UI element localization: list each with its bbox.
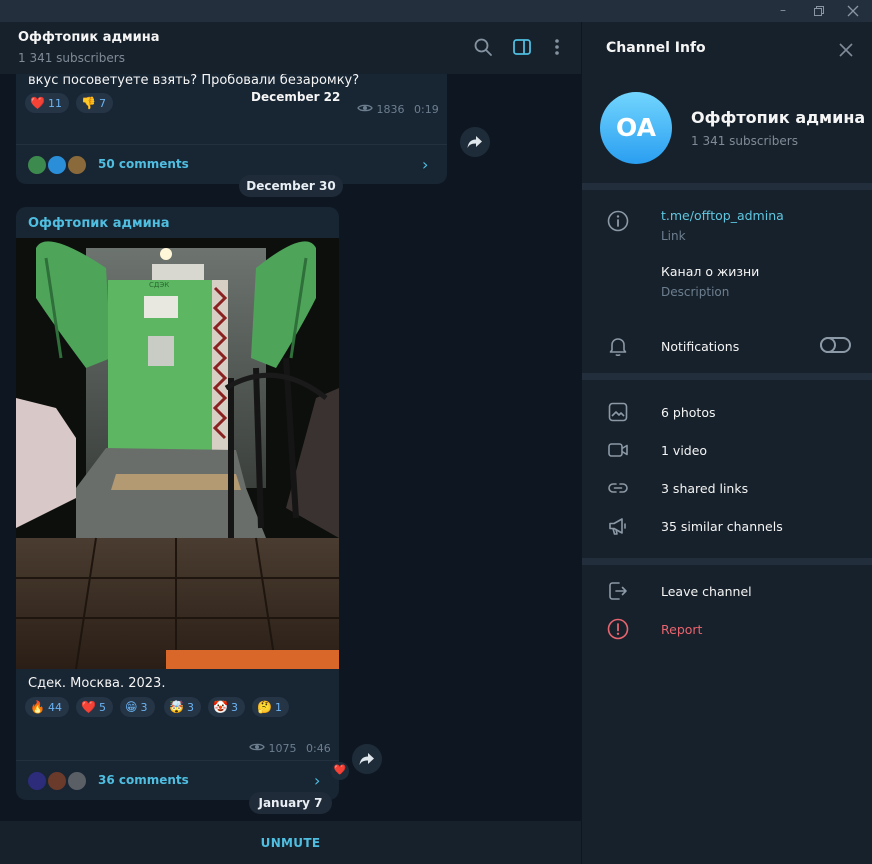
more-vertical-icon: [555, 39, 559, 55]
close-icon: [839, 43, 853, 57]
chat-header[interactable]: Оффтопик админа 1 341 subscribers: [0, 22, 581, 74]
report-icon: [606, 617, 630, 641]
chevron-right-icon: ›: [314, 771, 321, 790]
divider: [582, 558, 872, 565]
chat-title[interactable]: Оффтопик админа: [18, 30, 160, 45]
window-titlebar: –: [0, 0, 872, 22]
media-photos[interactable]: 6 photos: [661, 405, 716, 420]
message-bubble[interactable]: Оффтопик админа СДЭК Сдек. Москва. 2023.…: [16, 207, 339, 800]
channel-link[interactable]: t.me/offtop_admina: [661, 208, 784, 223]
media-links[interactable]: 3 shared links: [661, 481, 748, 496]
reaction-clown[interactable]: 🤡 3: [208, 697, 245, 717]
media-videos[interactable]: 1 video: [661, 443, 707, 458]
avatar: [46, 154, 68, 176]
chat-area: Оффтопик админа 1 341 subscribers вкус п…: [0, 22, 581, 864]
message-meta: 1075 0:46: [249, 742, 331, 755]
message-time: 0:46: [306, 742, 331, 755]
message-time: 0:19: [414, 103, 439, 116]
link-icon: [606, 476, 630, 500]
share-button[interactable]: [352, 744, 382, 774]
channel-name: Оффтопик админа: [691, 108, 866, 127]
reaction-heart[interactable]: ❤️ 5: [76, 697, 113, 717]
unmute-button[interactable]: UNMUTE: [0, 821, 581, 864]
divider: [582, 373, 872, 380]
date-label: December 22: [251, 90, 341, 104]
comments-bar[interactable]: 50 comments ›: [16, 144, 447, 184]
video-icon: [606, 438, 630, 462]
date-separator: January 7: [249, 792, 332, 814]
message-photo[interactable]: СДЭК: [16, 238, 339, 669]
minimize-button[interactable]: –: [766, 0, 800, 22]
photo-icon: [606, 400, 630, 424]
window-close-button[interactable]: [836, 0, 870, 22]
leave-icon: [606, 579, 630, 603]
divider: [582, 183, 872, 190]
panel-title: Channel Info: [606, 40, 706, 56]
views-count: 1075: [268, 742, 297, 755]
share-button[interactable]: [460, 127, 490, 157]
toggle-knob: [820, 337, 836, 353]
date-separator: December 30: [239, 175, 343, 197]
channel-description-label: Description: [661, 285, 730, 299]
comments-link[interactable]: 36 comments: [98, 773, 189, 787]
avatar: [66, 154, 88, 176]
chevron-right-icon: ›: [422, 155, 429, 174]
avatar: [66, 770, 88, 792]
info-icon: [606, 209, 630, 233]
message-caption: Сдек. Москва. 2023.: [28, 676, 166, 691]
bell-icon: [606, 334, 630, 358]
leave-channel-button[interactable]: Leave channel: [661, 584, 752, 599]
notifications-toggle[interactable]: [820, 337, 851, 353]
channel-description: Канал о жизни: [661, 264, 760, 279]
side-reaction[interactable]: ❤️: [331, 762, 349, 780]
eye-icon: [249, 743, 265, 751]
reaction-exploding-head[interactable]: 🤯 3: [164, 697, 201, 717]
avatar: [26, 154, 48, 176]
photo-illustration: СДЭК: [16, 238, 339, 669]
door-sign-text: СДЭК: [149, 281, 169, 289]
sidebar-toggle-icon: [513, 39, 531, 55]
reaction-thumbs-down[interactable]: 👎 7: [76, 93, 113, 113]
search-icon: [474, 38, 492, 56]
channel-link-label: Link: [661, 229, 686, 243]
avatar: [26, 770, 48, 792]
comments-link[interactable]: 50 comments: [98, 157, 189, 171]
avatar: [46, 770, 68, 792]
channel-info-panel: Channel Info OA Оффтопик админа 1 341 su…: [581, 22, 872, 864]
sidebar-toggle-button[interactable]: [511, 36, 533, 58]
views-count: 1836: [376, 103, 405, 116]
reaction-thinking[interactable]: 🤔 1: [252, 697, 289, 717]
message-meta: 1836 0:19: [357, 103, 439, 116]
notifications-label: Notifications: [661, 339, 740, 354]
channel-subscribers: 1 341 subscribers: [691, 134, 798, 148]
window-close-icon: [847, 5, 859, 17]
search-button[interactable]: [472, 36, 494, 58]
restore-button[interactable]: [802, 0, 836, 22]
more-button[interactable]: [546, 36, 568, 58]
megaphone-icon: [606, 514, 630, 538]
reaction-grin[interactable]: 😁 3: [120, 697, 155, 717]
reaction-heart[interactable]: ❤️ 11: [25, 93, 69, 113]
channel-avatar[interactable]: OA: [600, 92, 672, 164]
message-text: вкус посоветуете взять? Пробовали безаро…: [28, 73, 360, 88]
report-button[interactable]: Report: [661, 622, 702, 637]
similar-channels[interactable]: 35 similar channels: [661, 519, 783, 534]
close-panel-button[interactable]: [836, 40, 856, 60]
reaction-fire[interactable]: 🔥 44: [25, 697, 69, 717]
message-author[interactable]: Оффтопик админа: [28, 216, 170, 231]
share-icon: [359, 753, 374, 765]
message-bubble[interactable]: вкус посоветуете взять? Пробовали безаро…: [16, 67, 447, 184]
restore-icon: [814, 6, 824, 16]
share-icon: [467, 136, 482, 148]
chat-subscribers: 1 341 subscribers: [18, 51, 125, 65]
eye-icon: [357, 104, 373, 112]
